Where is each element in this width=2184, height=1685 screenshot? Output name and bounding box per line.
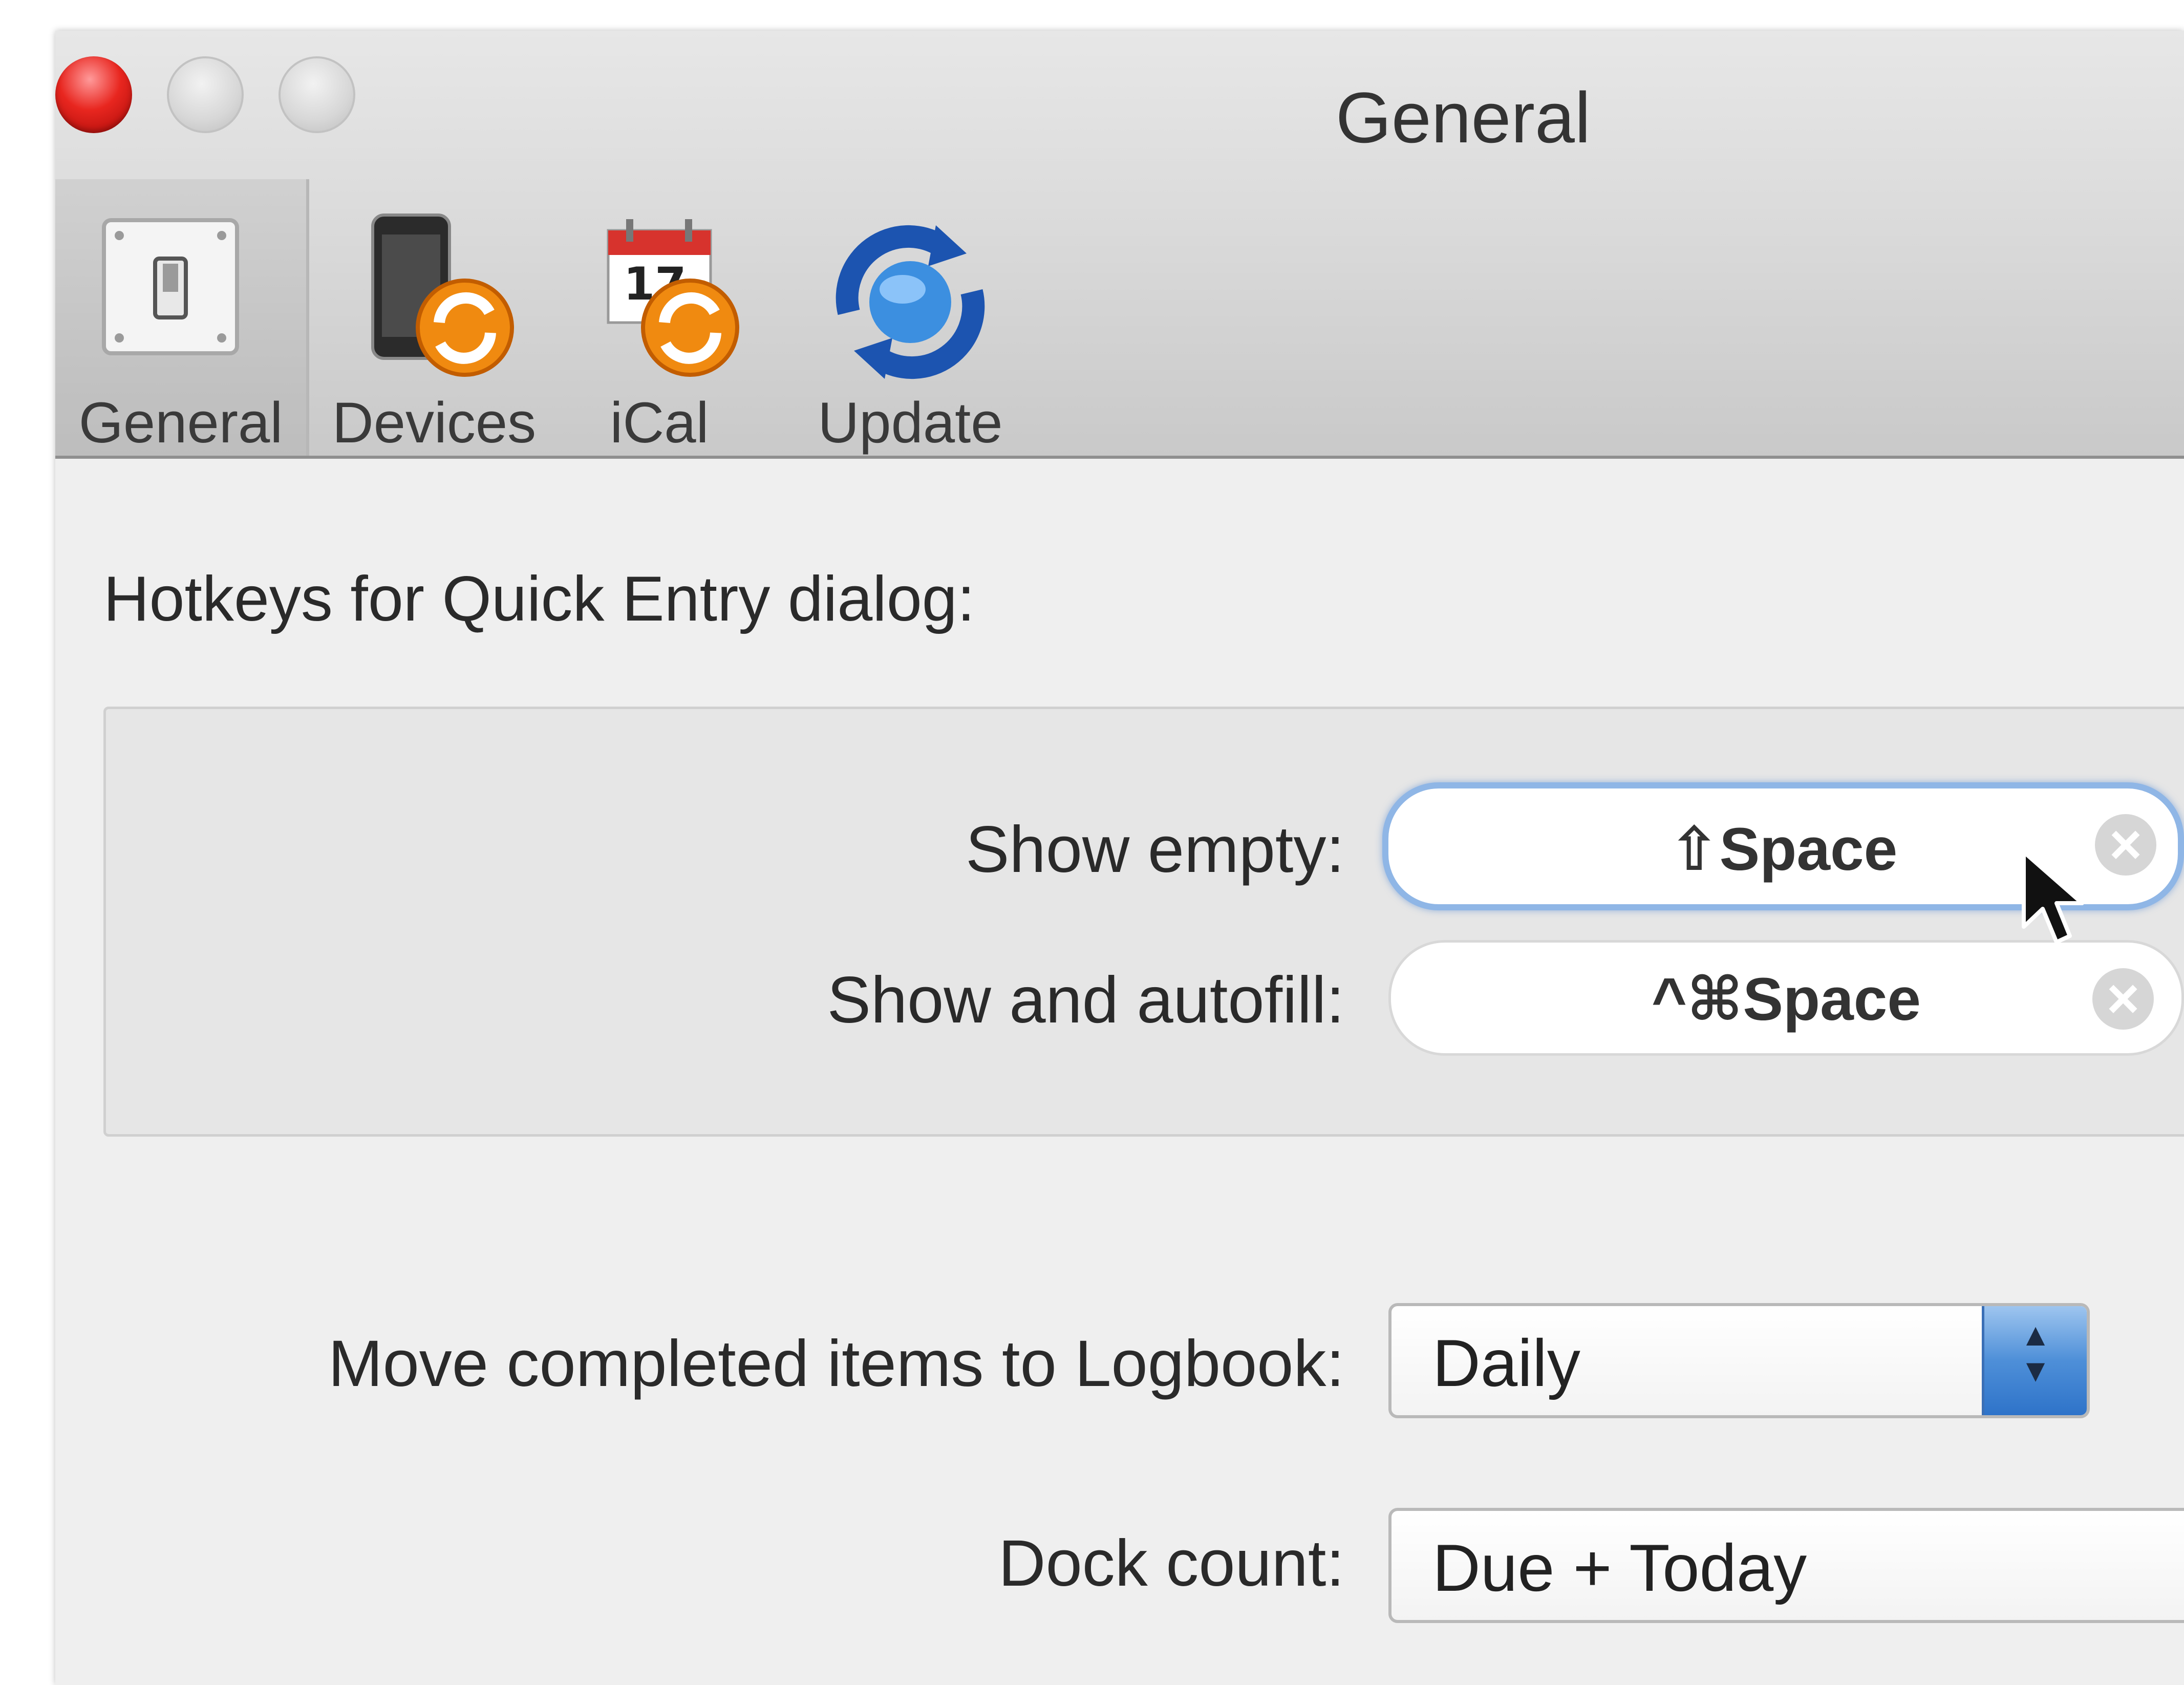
switch-icon bbox=[102, 218, 239, 355]
show-autofill-label: Show and autofill: bbox=[827, 964, 1344, 1037]
update-globe-icon bbox=[836, 225, 985, 379]
tab-general-label: General bbox=[78, 391, 283, 455]
tab-update-label: Update bbox=[818, 391, 1003, 455]
mouse-cursor-icon bbox=[2022, 850, 2084, 944]
close-button[interactable] bbox=[55, 56, 132, 133]
tab-devices[interactable]: Devices bbox=[322, 179, 547, 456]
dock-count-select-value: Due + Today bbox=[1432, 1530, 1807, 1605]
tab-general[interactable]: General bbox=[55, 179, 309, 456]
dock-count-select[interactable]: Due + Today bbox=[1388, 1508, 2184, 1623]
logbook-select[interactable]: Daily ▲ ▼ bbox=[1388, 1303, 2090, 1418]
zoom-button[interactable] bbox=[279, 56, 355, 133]
show-autofill-hotkey-value: ^⌘Space bbox=[1651, 966, 1921, 1033]
show-empty-label: Show empty: bbox=[966, 813, 1344, 886]
logbook-label: Move completed items to Logbook: bbox=[328, 1327, 1344, 1400]
hotkeys-section-title: Hotkeys for Quick Entry dialog: bbox=[103, 564, 975, 634]
show-autofill-clear-icon[interactable]: × bbox=[2092, 968, 2154, 1030]
minimize-button[interactable] bbox=[167, 56, 244, 133]
tab-update[interactable]: Update bbox=[803, 179, 1018, 456]
calendar-sync-icon: 17 bbox=[607, 219, 739, 377]
show-autofill-hotkey-field[interactable]: ^⌘Space × bbox=[1388, 940, 2184, 1056]
device-sync-icon bbox=[371, 214, 514, 377]
tab-ical-label: iCal bbox=[610, 391, 709, 455]
show-empty-clear-icon[interactable]: × bbox=[2095, 814, 2156, 876]
logbook-select-stepper[interactable]: ▲ ▼ bbox=[1982, 1306, 2087, 1415]
dock-count-label: Dock count: bbox=[998, 1527, 1344, 1600]
title-bar: General General Devices 17 iCal Update bbox=[55, 31, 2184, 459]
logbook-select-value: Daily bbox=[1432, 1326, 1580, 1400]
updown-arrows-icon: ▲ ▼ bbox=[2020, 1317, 2051, 1389]
window-title: General bbox=[1335, 77, 1591, 158]
tab-ical[interactable]: 17 iCal bbox=[567, 179, 752, 456]
tab-devices-label: Devices bbox=[332, 391, 537, 455]
hotkeys-group bbox=[103, 707, 2184, 1137]
